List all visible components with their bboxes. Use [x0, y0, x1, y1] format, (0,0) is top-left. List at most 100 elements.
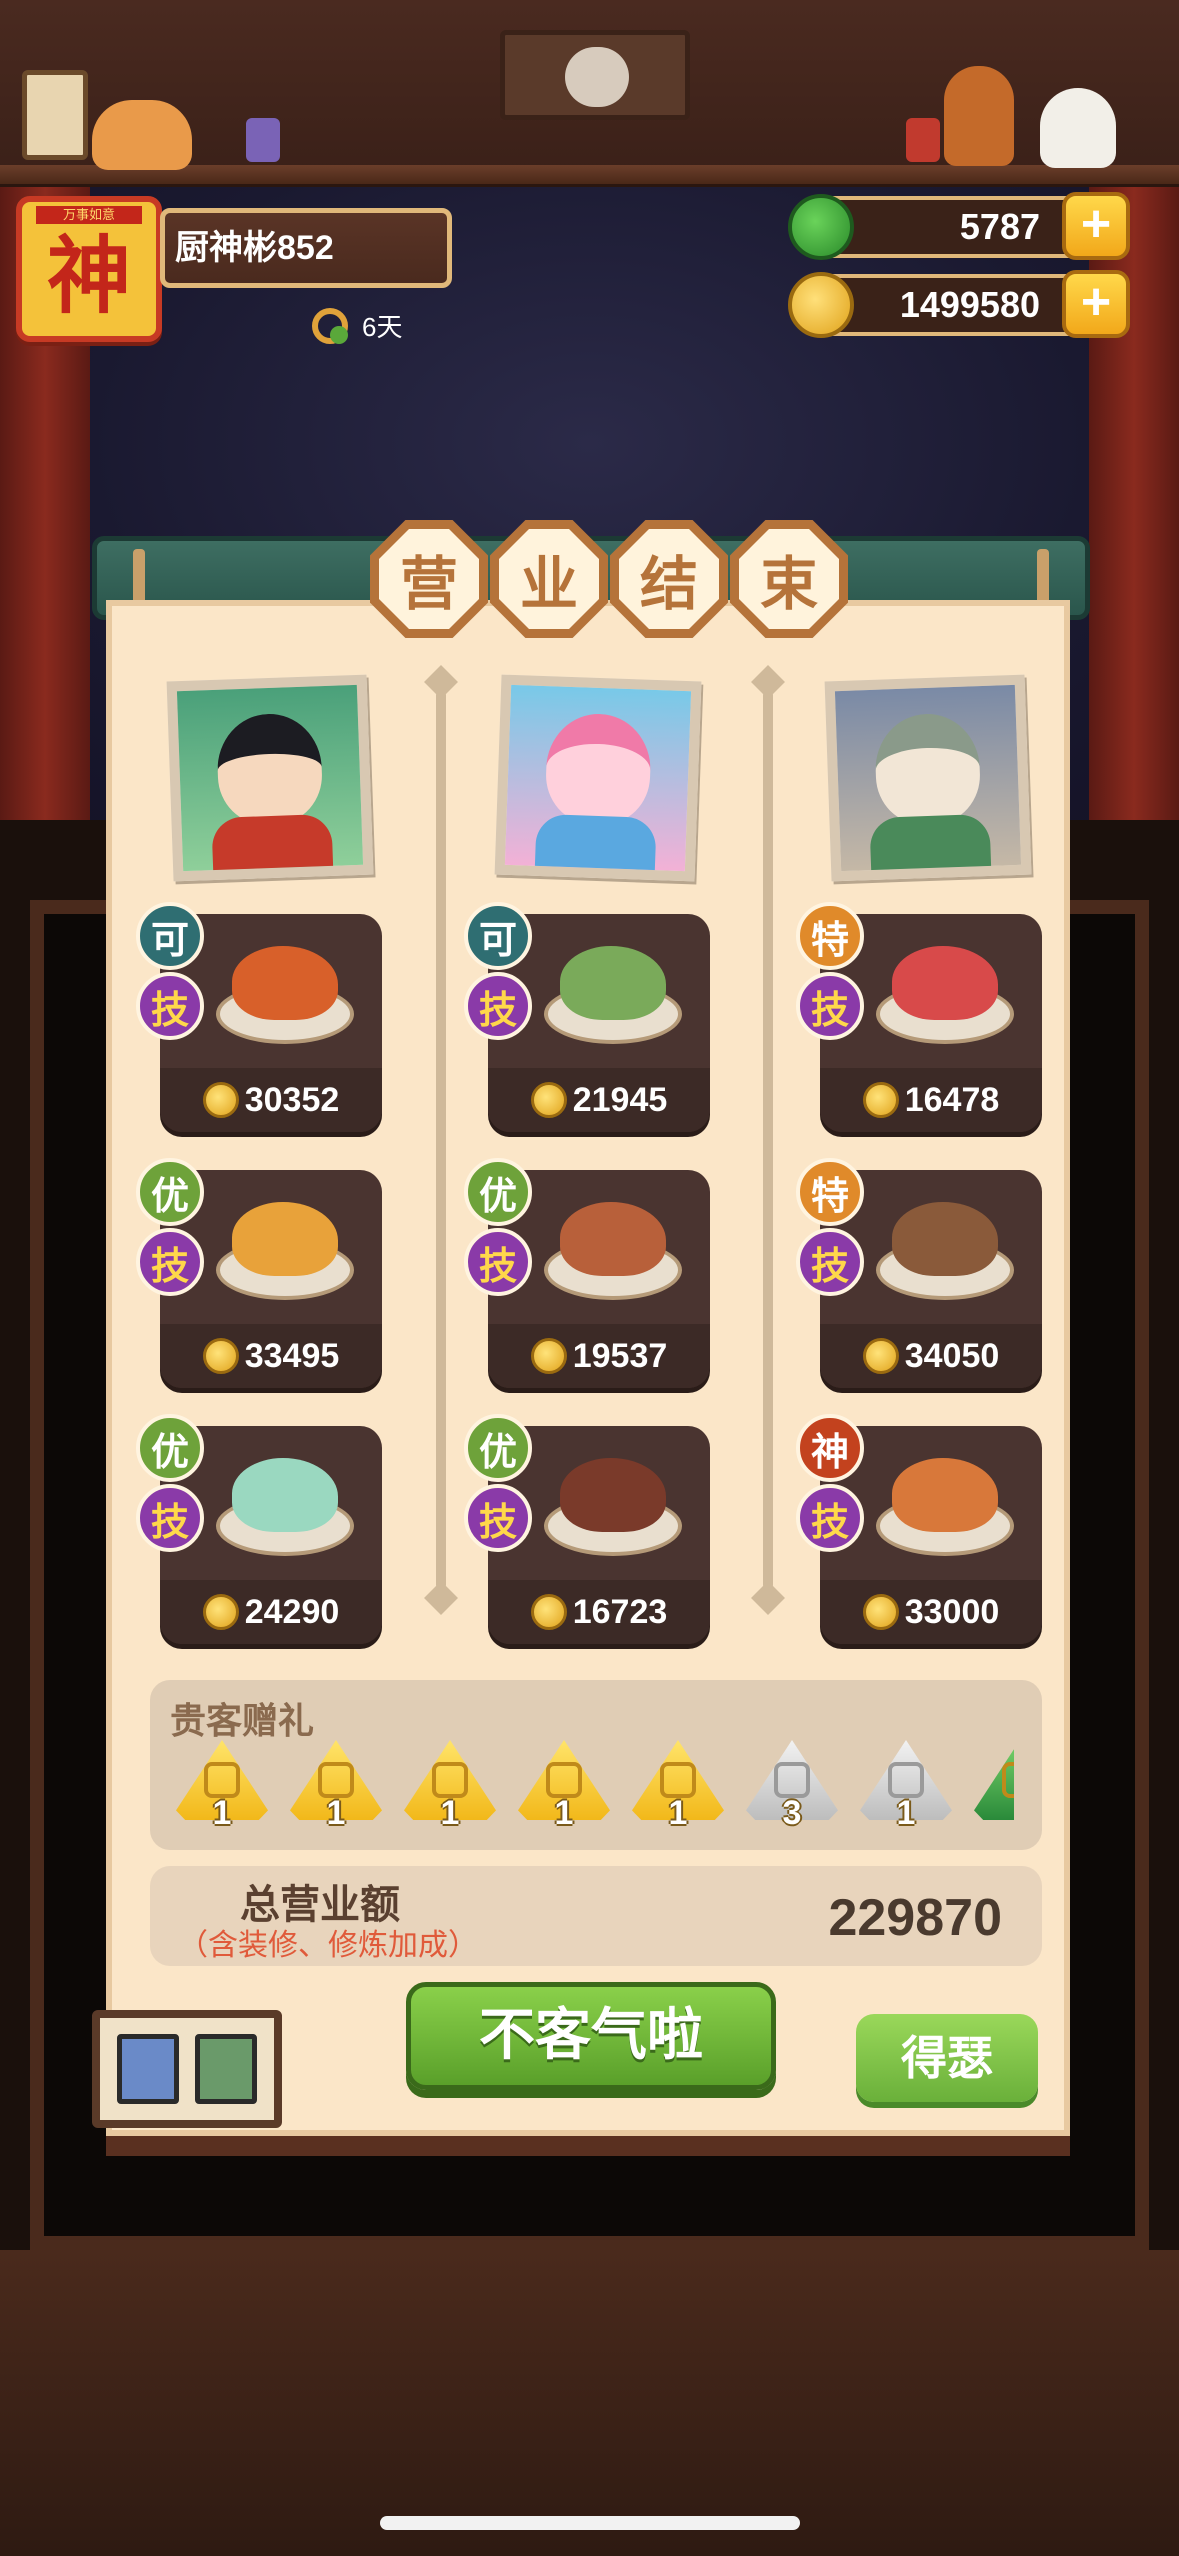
- gift-item[interactable]: 1: [632, 1740, 724, 1836]
- dish-price-row: 30352: [160, 1068, 382, 1132]
- gift-item[interactable]: 1: [176, 1740, 268, 1836]
- food-icon: [560, 1458, 666, 1532]
- guest-gifts-panel: 贵客赠礼 1 1 1 1 1 3 1: [150, 1680, 1042, 1850]
- days-indicator: 6天: [308, 302, 402, 348]
- dish-image: [870, 924, 1020, 1054]
- player-name: 厨神彬852: [160, 208, 452, 288]
- dish-price: 16723: [572, 1592, 668, 1631]
- purple-cup-decoration: [246, 118, 280, 162]
- gift-item[interactable]: 1: [290, 1740, 382, 1836]
- dish-price-row: 16723: [488, 1580, 710, 1644]
- jade-currency: 5787 +: [788, 192, 1130, 260]
- total-revenue-panel: 总营业额 （含装修、修炼加成） 229870: [150, 1866, 1042, 1966]
- kitchen-toggle-button[interactable]: [92, 2010, 282, 2128]
- total-revenue-note: （含装修、修炼加成）: [178, 1929, 478, 1962]
- column-divider: [763, 690, 773, 1590]
- dish-price: 34050: [904, 1336, 1000, 1375]
- dish-image: [210, 1180, 360, 1310]
- gift-item[interactable]: 3: [746, 1740, 838, 1836]
- dish-card[interactable]: 特技 16478: [796, 902, 1042, 1132]
- dish-card[interactable]: 神技 33000: [796, 1414, 1042, 1644]
- confirm-button[interactable]: 不客气啦: [406, 1982, 776, 2090]
- coin-currency: 1499580 +: [788, 270, 1130, 338]
- white-cat-decoration: [1040, 88, 1116, 168]
- player-avatar[interactable]: 万事如意 神: [16, 196, 162, 342]
- dish-price: 33000: [904, 1592, 1000, 1631]
- dish-price: 24290: [244, 1592, 340, 1631]
- coin-icon: [202, 1594, 239, 1630]
- dish-price-row: 21945: [488, 1068, 710, 1132]
- coin-icon: [530, 1594, 567, 1630]
- dish-card[interactable]: 可技 21945: [464, 902, 710, 1132]
- food-icon: [892, 946, 998, 1020]
- gift-emblem-icon: [660, 1762, 696, 1798]
- dish-card[interactable]: 优技 19537: [464, 1158, 710, 1388]
- coin-icon: [202, 1082, 239, 1118]
- dish-image: [870, 1436, 1020, 1566]
- coin-icon: [530, 1338, 567, 1374]
- gift-emblem-icon: [888, 1762, 924, 1798]
- dish-image: [870, 1180, 1020, 1310]
- dish-price-row: 33000: [820, 1580, 1042, 1644]
- dish-image: [538, 1180, 688, 1310]
- dish-card[interactable]: 优技 24290: [136, 1414, 382, 1644]
- dish-price-row: 34050: [820, 1324, 1042, 1388]
- avatar-ribbon: 万事如意: [36, 206, 142, 224]
- jade-value: 5787: [959, 206, 1040, 247]
- food-icon: [232, 946, 338, 1020]
- chef-portrait-2[interactable]: [494, 674, 702, 882]
- food-icon: [232, 1202, 338, 1276]
- gift-count: 1: [326, 1794, 346, 1832]
- dish-card[interactable]: 优技 33495: [136, 1158, 382, 1388]
- dish-price: 19537: [572, 1336, 668, 1375]
- gift-item[interactable]: 1: [860, 1740, 952, 1836]
- chef-portrait-3[interactable]: [824, 674, 1032, 882]
- title-char-4: 束: [730, 520, 848, 638]
- dish-price-row: 19537: [488, 1324, 710, 1388]
- paw-frame-decoration: [22, 70, 88, 160]
- skill-badge: 技: [796, 1228, 864, 1296]
- dish-price: 33495: [244, 1336, 340, 1375]
- gift-emblem-icon: [432, 1762, 468, 1798]
- dialog-title: 营 业 结 束: [370, 520, 848, 638]
- add-coin-button[interactable]: +: [1062, 270, 1130, 338]
- gift-count: 1: [212, 1794, 232, 1832]
- home-indicator[interactable]: [380, 2516, 800, 2530]
- banner-character-icon: [565, 47, 629, 107]
- dish-image: [538, 924, 688, 1054]
- chef-portrait-1[interactable]: [166, 674, 374, 882]
- days-value: 6天: [362, 311, 403, 342]
- skill-badge: 技: [796, 1484, 864, 1552]
- dish-card[interactable]: 可技 30352: [136, 902, 382, 1132]
- skill-badge: 技: [464, 1228, 532, 1296]
- coin-icon: [862, 1082, 899, 1118]
- gift-count: 1: [440, 1794, 460, 1832]
- blue-tile-icon: [116, 2034, 179, 2104]
- add-jade-button[interactable]: +: [1062, 192, 1130, 260]
- gift-item[interactable]: [974, 1740, 1014, 1836]
- gift-item[interactable]: 1: [404, 1740, 496, 1836]
- coin-icon: [202, 1338, 239, 1374]
- dish-price-row: 24290: [160, 1580, 382, 1644]
- skill-badge: 技: [796, 972, 864, 1040]
- dish-grade-badge: 可: [136, 902, 204, 970]
- share-button[interactable]: 得瑟: [856, 2014, 1038, 2102]
- dish-card[interactable]: 特技 34050: [796, 1158, 1042, 1388]
- title-char-3: 结: [610, 520, 728, 638]
- green-tile-icon: [195, 2034, 258, 2104]
- jade-icon: [788, 194, 854, 260]
- dish-card[interactable]: 优技 16723: [464, 1414, 710, 1644]
- avatar-glyph: 神: [46, 225, 131, 325]
- skill-badge: 技: [136, 1484, 204, 1552]
- coin-icon: [862, 1594, 899, 1630]
- gift-emblem-icon: [1002, 1762, 1014, 1798]
- skill-badge: 技: [136, 1228, 204, 1296]
- dish-grade-badge: 神: [796, 1414, 864, 1482]
- dish-image: [210, 924, 360, 1054]
- dish-image: [210, 1436, 360, 1566]
- dish-price: 21945: [572, 1080, 668, 1119]
- coin-icon: [530, 1082, 567, 1118]
- key-sprout-icon: [308, 304, 350, 346]
- gift-item[interactable]: 1: [518, 1740, 610, 1836]
- hanging-banner-decoration[interactable]: [500, 30, 690, 120]
